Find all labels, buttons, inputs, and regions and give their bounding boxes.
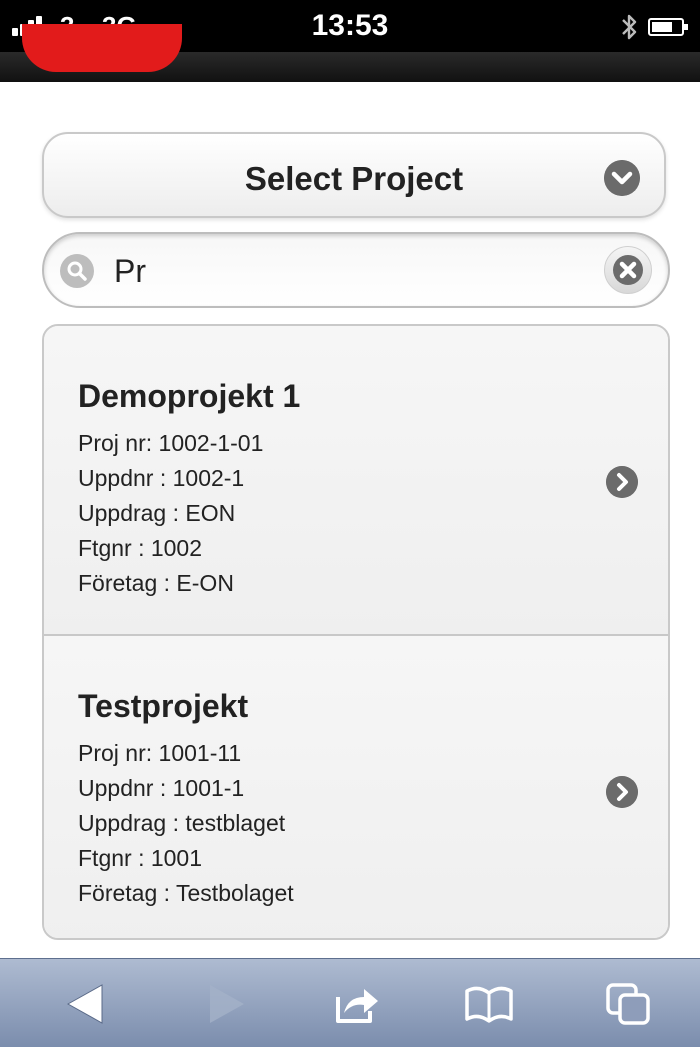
project-number: Proj nr: 1001-11	[78, 740, 242, 766]
assignment: Uppdrag : testblaget	[78, 810, 286, 836]
chevron-right-icon	[606, 466, 638, 498]
clear-icon	[613, 255, 643, 285]
assignment-number: Uppdnr : 1002-1	[78, 465, 245, 491]
app-header	[0, 24, 700, 82]
search-input[interactable]	[112, 248, 586, 294]
battery-icon	[648, 18, 688, 36]
bookmarks-icon[interactable]	[462, 981, 516, 1027]
back-icon[interactable]	[62, 981, 116, 1027]
assignment: Uppdrag : EON	[78, 500, 236, 526]
header-red-tab	[22, 24, 182, 72]
project-number: Proj nr: 1002-1-01	[78, 430, 264, 456]
project-list: Demoprojekt 1 Proj nr: 1002-1-01 Uppdnr …	[42, 324, 670, 940]
select-project-button[interactable]: Select Project	[42, 132, 666, 218]
company: Företag : Testbolaget	[78, 880, 294, 906]
list-item[interactable]: Demoprojekt 1 Proj nr: 1002-1-01 Uppdnr …	[44, 326, 668, 634]
browser-toolbar	[0, 958, 700, 1047]
share-icon[interactable]	[330, 981, 384, 1027]
list-item[interactable]: Testprojekt Proj nr: 1001-11 Uppdnr : 10…	[44, 634, 668, 938]
select-project-label: Select Project	[244, 160, 464, 197]
project-title: Testprojekt	[78, 688, 249, 724]
project-title: Demoprojekt 1	[78, 378, 301, 414]
assignment-number: Uppdnr : 1001-1	[78, 775, 245, 801]
clear-search-button[interactable]	[604, 246, 652, 294]
chevron-down-icon	[604, 160, 640, 196]
company-number: Ftgnr : 1001	[78, 845, 203, 871]
company: Företag : E-ON	[78, 570, 234, 596]
bluetooth-icon	[622, 14, 637, 40]
chevron-right-icon	[606, 776, 638, 808]
forward-icon[interactable]	[196, 981, 250, 1027]
company-number: Ftgnr : 1002	[78, 535, 203, 561]
search-icon	[60, 254, 94, 288]
tabs-icon[interactable]	[602, 981, 656, 1027]
search-bar[interactable]	[42, 232, 670, 308]
